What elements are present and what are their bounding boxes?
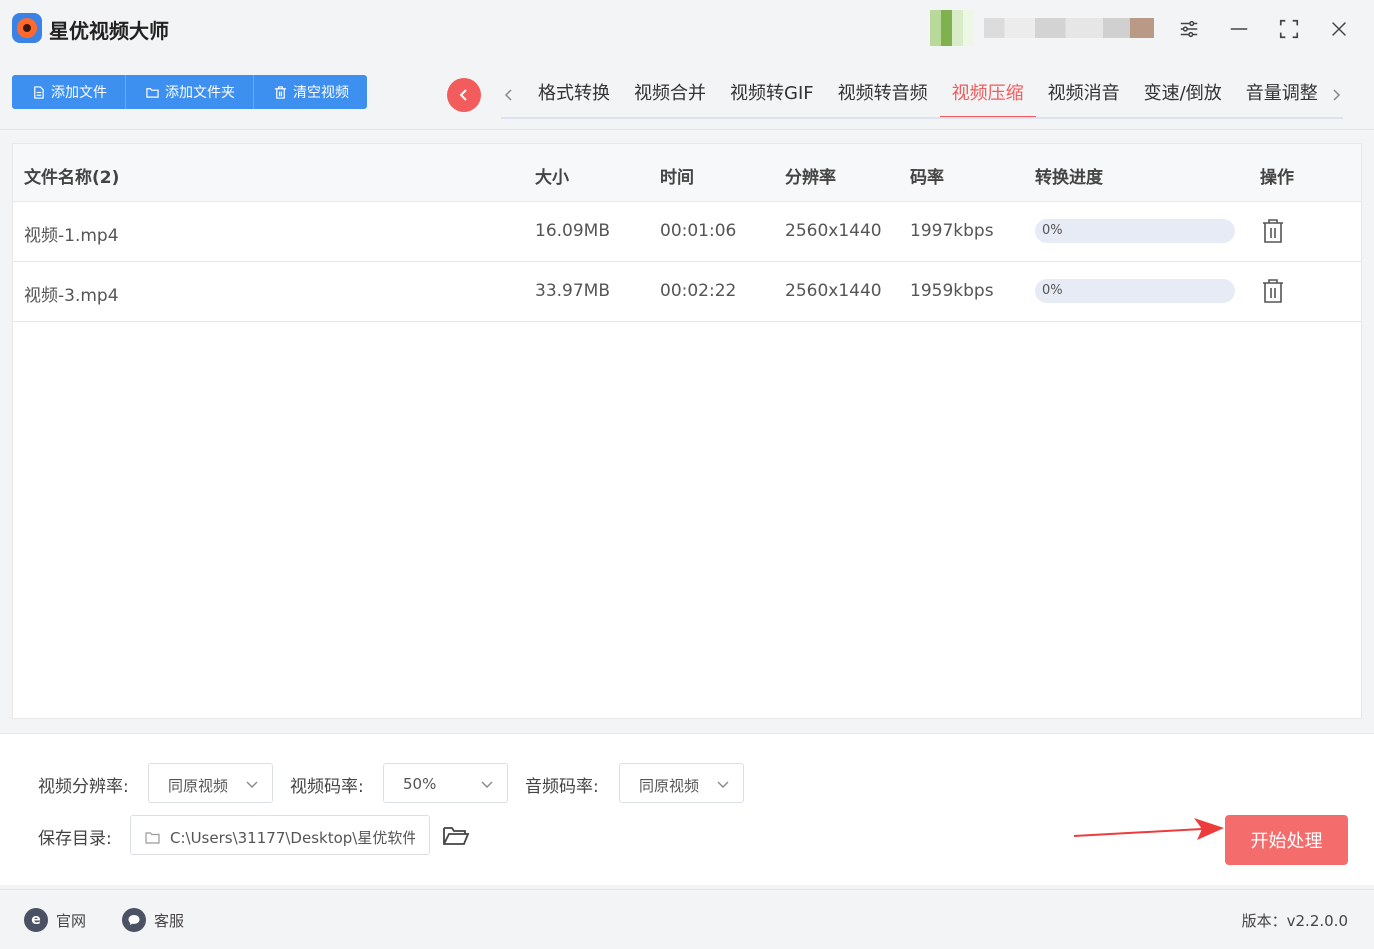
tabs-scroll-right-icon[interactable] [1327,84,1345,106]
chevron-down-icon [716,776,730,790]
audio-bitrate-select[interactable]: 同原视频 [619,763,744,803]
video-bitrate-label: 视频码率: [290,777,364,797]
chat-bubble-icon [122,908,146,932]
file-size: 16.09MB [535,221,610,241]
header-progress: 转换进度 [1035,168,1103,188]
open-folder-icon[interactable] [442,824,470,848]
audio-bitrate-value: 同原视频 [639,777,700,795]
close-icon[interactable] [1324,14,1354,44]
clear-videos-label: 清空视频 [293,85,349,101]
pointer-arrow-icon [1074,818,1224,840]
progress-bar: 0% [1035,279,1235,303]
video-resolution-label: 视频分辨率: [38,777,129,797]
tabs-underline [501,117,1343,119]
header-size: 大小 [535,168,569,188]
table-row[interactable]: 视频-1.mp4 16.09MB 00:01:06 2560x1440 1997… [13,202,1361,262]
header-bitrate: 码率 [910,168,944,188]
file-duration: 00:02:22 [660,281,737,301]
table-row[interactable]: 视频-3.mp4 33.97MB 00:02:22 2560x1440 1959… [13,262,1361,322]
add-folder-label: 添加文件夹 [165,85,235,101]
save-dir-value: C:\Users\31177\Desktop\星优软件 [170,829,415,847]
folder-icon [145,829,160,844]
add-folder-button[interactable]: 添加文件夹 [126,75,254,109]
app-logo-icon [12,13,42,43]
avatar [930,10,974,46]
save-dir-label: 保存目录: [38,829,112,849]
user-account[interactable] [930,10,1155,46]
file-name: 视频-3.mp4 [24,286,119,306]
settings-panel: 视频分辨率: 同原视频 视频码率: 50% 音频码率: 同原视频 保存目录: C… [0,733,1374,885]
collapse-back-button[interactable] [447,78,481,112]
support-label: 客服 [154,911,185,930]
settings-sliders-icon[interactable] [1174,14,1204,44]
website-link[interactable]: e 官网 [24,908,86,932]
maximize-icon[interactable] [1274,14,1304,44]
title-bar: 星优视频大师 [0,0,1374,60]
file-name: 视频-1.mp4 [24,226,119,246]
browser-e-icon: e [24,908,48,932]
video-bitrate-value: 50% [403,775,437,793]
app-title: 星优视频大师 [49,19,169,43]
header-file-name: 文件名称(2) [24,168,120,188]
progress-bar: 0% [1035,219,1235,243]
tab-7[interactable]: 音量调整 [1234,80,1330,118]
file-toolbar: 添加文件 添加文件夹 清空视频 [12,75,367,109]
tab-3[interactable]: 视频转音频 [826,80,940,118]
tab-6[interactable]: 变速/倒放 [1132,80,1234,118]
footer: e 官网 客服 版本：v2.2.0.0 [0,889,1374,949]
video-resolution-value: 同原视频 [168,777,229,795]
file-icon [32,85,45,99]
trash-icon [274,85,287,99]
file-duration: 00:01:06 [660,221,737,241]
file-bitrate: 1959kbps [910,281,994,301]
minimize-icon[interactable] [1224,14,1254,44]
tabs-scroll-left-icon[interactable] [500,84,518,106]
delete-icon[interactable] [1261,278,1285,304]
file-bitrate: 1997kbps [910,221,994,241]
website-label: 官网 [56,911,87,930]
tab-2[interactable]: 视频转GIF [718,80,826,118]
user-name-blurred [984,18,1154,38]
chevron-down-icon [480,776,494,790]
audio-bitrate-label: 音频码率: [525,777,599,797]
delete-icon[interactable] [1261,218,1285,244]
file-resolution: 2560x1440 [785,281,882,301]
progress-text: 0% [1042,283,1063,298]
video-resolution-select[interactable]: 同原视频 [148,763,273,803]
file-size: 33.97MB [535,281,610,301]
progress-text: 0% [1042,223,1063,238]
tab-4[interactable]: 视频压缩 [939,80,1036,118]
function-tabs: 格式转换 视频合并 视频转GIF 视频转音频 视频压缩 视频消音 变速/倒放 音量调整 [526,80,1330,118]
header-time: 时间 [660,168,694,188]
file-resolution: 2560x1440 [785,221,882,241]
header-divider [0,129,1374,130]
tab-1[interactable]: 视频合并 [622,80,718,118]
table-header: 文件名称(2) 大小 时间 分辨率 码率 转换进度 操作 [13,144,1361,202]
add-file-button[interactable]: 添加文件 [12,75,126,109]
version-text: 版本：v2.2.0.0 [1241,912,1348,930]
add-file-label: 添加文件 [51,85,107,101]
start-processing-button[interactable]: 开始处理 [1225,815,1348,865]
video-bitrate-select[interactable]: 50% [383,763,508,803]
clear-videos-button[interactable]: 清空视频 [254,75,367,109]
header-resolution: 分辨率 [785,168,836,188]
tab-5[interactable]: 视频消音 [1036,80,1132,118]
tab-0[interactable]: 格式转换 [526,80,622,118]
chevron-down-icon [245,776,259,790]
file-table: 文件名称(2) 大小 时间 分辨率 码率 转换进度 操作 视频-1.mp4 16… [12,143,1362,719]
save-dir-input[interactable]: C:\Users\31177\Desktop\星优软件 [130,815,430,855]
header-action: 操作 [1260,168,1294,188]
folder-icon [146,86,159,99]
support-link[interactable]: 客服 [122,908,184,932]
